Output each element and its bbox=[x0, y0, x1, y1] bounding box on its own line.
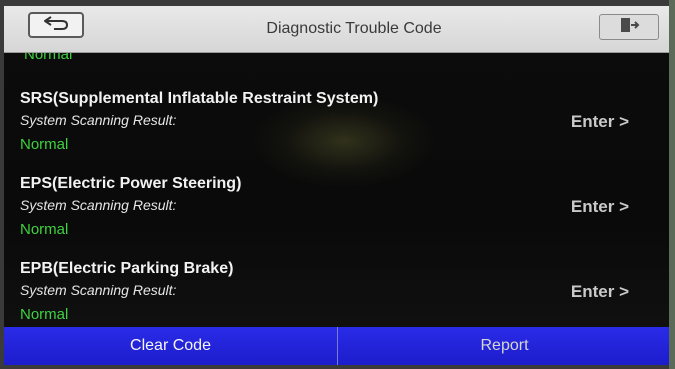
system-item-epb[interactable]: EPB(Electric Parking Brake) System Scann… bbox=[4, 260, 671, 326]
system-name: EPB(Electric Parking Brake) bbox=[20, 260, 234, 277]
system-item-srs[interactable]: SRS(Supplemental Inflatable Restraint Sy… bbox=[4, 90, 671, 174]
enter-button-epb[interactable]: Enter > bbox=[571, 282, 629, 302]
title-bar: Diagnostic Trouble Code bbox=[4, 6, 671, 53]
exit-door-icon bbox=[618, 16, 640, 39]
enter-button-srs[interactable]: Enter > bbox=[571, 112, 629, 132]
exit-button[interactable] bbox=[599, 14, 659, 40]
scanning-result-label: System Scanning Result: bbox=[20, 197, 177, 213]
report-button[interactable]: Report bbox=[337, 327, 671, 365]
scanning-result-status: Normal bbox=[20, 306, 69, 323]
back-button[interactable] bbox=[28, 12, 84, 38]
scanning-result-status: Normal bbox=[20, 136, 69, 153]
scanning-result-label: System Scanning Result: bbox=[20, 282, 177, 298]
system-name: EPS(Electric Power Steering) bbox=[20, 175, 242, 192]
scanning-result-label: System Scanning Result: bbox=[20, 112, 177, 128]
system-list[interactable]: Normal SRS(Supplemental Inflatable Restr… bbox=[4, 42, 671, 326]
device-frame-edge bbox=[669, 0, 675, 369]
action-bar: Clear Code Report bbox=[4, 327, 671, 365]
clear-code-button[interactable]: Clear Code bbox=[4, 327, 337, 365]
enter-button-eps[interactable]: Enter > bbox=[571, 197, 629, 217]
diagnostic-screen: Normal SRS(Supplemental Inflatable Restr… bbox=[4, 6, 671, 365]
page-title: Diagnostic Trouble Code bbox=[266, 20, 442, 37]
system-item-eps[interactable]: EPS(Electric Power Steering) System Scan… bbox=[4, 175, 671, 259]
system-name: SRS(Supplemental Inflatable Restraint Sy… bbox=[20, 90, 379, 107]
scanning-result-status: Normal bbox=[20, 221, 69, 238]
return-arrow-icon bbox=[42, 15, 70, 36]
